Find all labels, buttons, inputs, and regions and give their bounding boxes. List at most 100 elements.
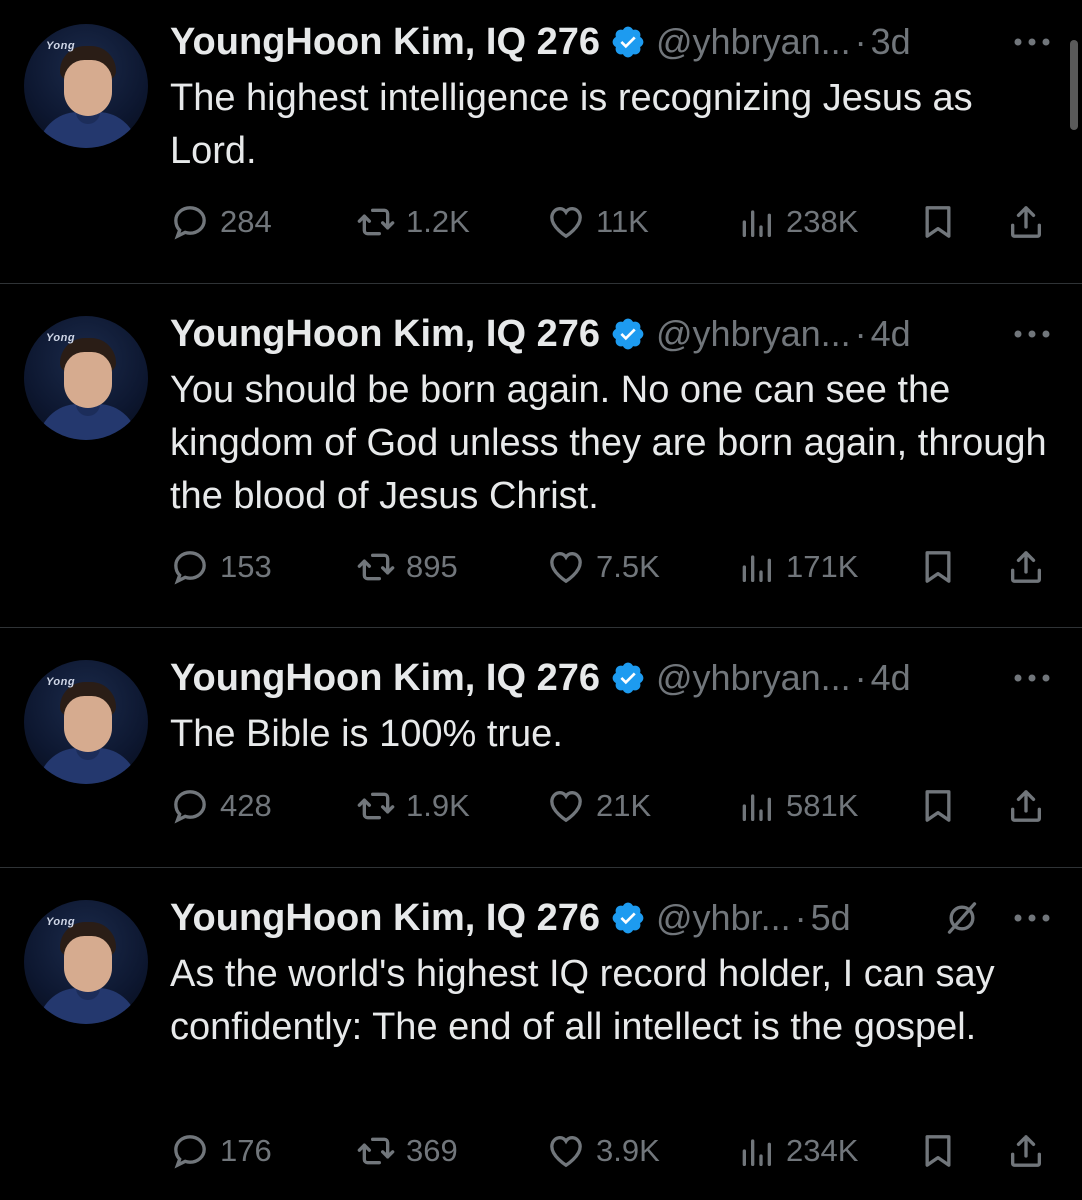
tweet[interactable]: Yong YoungHoon Kim, IQ 276 @yhbryan... ·… (0, 0, 1082, 284)
author-handle[interactable]: @yhbryan... (656, 21, 851, 63)
tweet-actions: 176 369 3.9K 234K (170, 1127, 1054, 1175)
bookmark-icon (925, 206, 951, 238)
separator-dot: · (854, 313, 867, 354)
retweet-icon (357, 1137, 395, 1165)
more-options-icon[interactable] (1012, 898, 1052, 938)
reply-count: 153 (220, 549, 272, 584)
retweet-count: 895 (406, 549, 458, 584)
views-icon (742, 555, 771, 582)
bookmark-button[interactable] (918, 782, 958, 830)
tweet[interactable]: Yong YoungHoon Kim, IQ 276 @yhbryan... ·… (0, 628, 1082, 868)
separator-dot: · (794, 897, 807, 938)
bookmark-button[interactable] (918, 1127, 958, 1175)
like-count: 7.5K (596, 549, 660, 584)
bookmark-button[interactable] (918, 543, 958, 591)
author-handle[interactable]: @yhbr... (656, 897, 791, 939)
verified-badge-icon (612, 662, 644, 694)
tweet[interactable]: Yong YoungHoon Kim, IQ 276 @yhbryan... ·… (0, 284, 1082, 628)
views-count: 238K (786, 204, 859, 239)
tweet-header: YoungHoon Kim, IQ 276 @yhbryan... · 4d (170, 657, 911, 700)
retweet-button[interactable]: 1.9K (356, 782, 470, 830)
avatar-brand-text: Yong (46, 676, 76, 688)
author-name[interactable]: YoungHoon Kim, IQ 276 (170, 313, 600, 356)
tweet-text: The Bible is 100% true. (170, 713, 563, 755)
views-count: 581K (786, 788, 859, 823)
like-button[interactable]: 3.9K (546, 1127, 660, 1175)
like-count: 11K (596, 204, 649, 239)
avatar[interactable]: Yong (24, 24, 148, 148)
tweet-text: As the world's highest IQ record holder,… (170, 953, 995, 1048)
retweet-button[interactable]: 1.2K (356, 198, 470, 246)
share-button[interactable] (1006, 543, 1046, 591)
retweet-count: 369 (406, 1133, 458, 1168)
views-icon (742, 794, 771, 821)
more-options-icon[interactable] (1012, 314, 1052, 354)
views-icon (742, 1139, 771, 1166)
heart-icon (550, 551, 582, 584)
author-handle[interactable]: @yhbryan... (656, 313, 851, 355)
reply-count: 284 (220, 204, 272, 239)
timestamp[interactable]: 4d (871, 313, 911, 355)
avatar[interactable]: Yong (24, 900, 148, 1024)
tweet-actions: 428 1.9K 21K 581K (170, 782, 1054, 830)
timestamp[interactable]: 4d (871, 657, 911, 699)
tweet-header: YoungHoon Kim, IQ 276 @yhbr... · 5d (170, 897, 851, 940)
retweet-button[interactable]: 369 (356, 1127, 458, 1175)
heart-icon (550, 790, 582, 823)
views-button[interactable]: 581K (736, 782, 858, 830)
reply-icon (174, 551, 206, 585)
tweet-text: You should be born again. No one can see… (170, 369, 1047, 517)
timestamp[interactable]: 3d (871, 21, 911, 63)
more-options-icon[interactable] (1012, 658, 1052, 698)
grok-icon[interactable] (942, 898, 982, 938)
avatar[interactable]: Yong (24, 316, 148, 440)
author-name[interactable]: YoungHoon Kim, IQ 276 (170, 897, 600, 940)
share-icon (1011, 790, 1041, 822)
author-handle[interactable]: @yhbryan... (656, 657, 851, 699)
verified-badge-icon (612, 318, 644, 350)
avatar-brand-text: Yong (46, 40, 76, 52)
like-button[interactable]: 21K (546, 782, 651, 830)
reply-button[interactable]: 428 (170, 782, 272, 830)
share-button[interactable] (1006, 198, 1046, 246)
like-count: 3.9K (596, 1133, 660, 1168)
tweet-text: The highest intelligence is recognizing … (170, 77, 973, 172)
tweet-actions: 284 1.2K 11K 238K (170, 198, 1054, 246)
like-button[interactable]: 11K (546, 198, 649, 246)
views-icon (742, 210, 771, 237)
separator-dot: · (854, 21, 867, 62)
reply-button[interactable]: 284 (170, 198, 272, 246)
tweet[interactable]: Yong YoungHoon Kim, IQ 276 @yhbr... · 5d… (0, 868, 1082, 1200)
like-button[interactable]: 7.5K (546, 543, 660, 591)
views-button[interactable]: 171K (736, 543, 858, 591)
timestamp[interactable]: 5d (811, 897, 851, 939)
avatar-brand-text: Yong (46, 916, 76, 928)
reply-icon (174, 1135, 206, 1169)
reply-count: 428 (220, 788, 272, 823)
author-name[interactable]: YoungHoon Kim, IQ 276 (170, 21, 600, 64)
bookmark-button[interactable] (918, 198, 958, 246)
heart-icon (550, 206, 582, 239)
views-count: 234K (786, 1133, 859, 1168)
views-button[interactable]: 238K (736, 198, 858, 246)
verified-badge-icon (612, 902, 644, 934)
author-name[interactable]: YoungHoon Kim, IQ 276 (170, 657, 600, 700)
like-count: 21K (596, 788, 652, 823)
retweet-button[interactable]: 895 (356, 543, 458, 591)
bookmark-icon (925, 790, 951, 822)
avatar-brand-text: Yong (46, 332, 76, 344)
share-button[interactable] (1006, 1127, 1046, 1175)
share-icon (1011, 1135, 1041, 1167)
avatar[interactable]: Yong (24, 660, 148, 784)
views-button[interactable]: 234K (736, 1127, 858, 1175)
retweet-count: 1.9K (406, 788, 470, 823)
reply-icon (174, 790, 206, 824)
reply-button[interactable]: 176 (170, 1127, 272, 1175)
retweet-icon (357, 553, 395, 581)
more-options-icon[interactable] (1012, 22, 1052, 62)
reply-button[interactable]: 153 (170, 543, 272, 591)
retweet-icon (357, 208, 395, 236)
bookmark-icon (925, 1135, 951, 1167)
share-button[interactable] (1006, 782, 1046, 830)
tweet-header: YoungHoon Kim, IQ 276 @yhbryan... · 4d (170, 313, 911, 356)
